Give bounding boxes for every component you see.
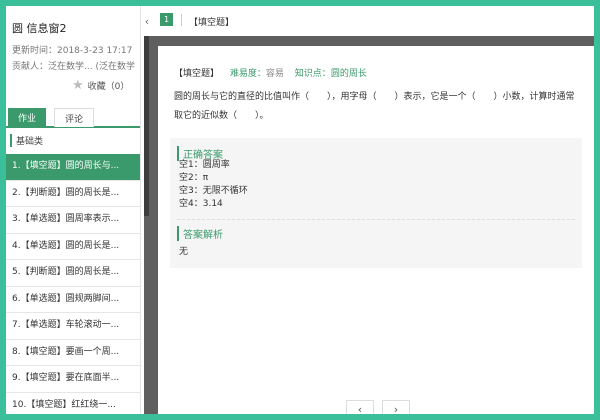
sidebar-tabs: 作业 评论 <box>6 108 140 128</box>
difficulty-value: 容易 <box>265 69 284 79</box>
analysis-text: 无 <box>179 247 189 257</box>
divider <box>177 219 575 220</box>
question-list-item[interactable]: 7.【单选题】车轮滚动一... <box>6 313 140 340</box>
question-meta: 【填空题】 难易度：容易 知识点：圆的周长 <box>174 66 375 79</box>
top-bar: 1 【填空题】 <box>154 6 594 37</box>
question-list-item[interactable]: 10.【填空题】红红绕一... <box>6 393 140 415</box>
answer-item: 空1：圆周率 <box>179 160 230 170</box>
document-title: 圆 信息窗2 <box>12 22 67 35</box>
next-button[interactable]: › <box>382 400 410 414</box>
answer-item: 空2：π <box>179 173 209 183</box>
question-type: 【填空题】 <box>174 69 220 79</box>
answer-item: 空4：3.14 <box>179 199 223 209</box>
difficulty-label: 难易度：容易 <box>230 69 284 79</box>
knowledge-value: 圆的周长 <box>330 69 367 79</box>
star-icon: ★ <box>72 78 84 93</box>
knowledge-label: 知识点：圆的周长 <box>295 69 367 79</box>
question-list-item[interactable]: 1.【填空题】圆的周长与... <box>6 154 140 181</box>
question-text: 圆的周长与它的直径的比值叫作（ ），用字母（ ）表示，它是一个（ ）小数，计算时… <box>174 92 575 121</box>
tab-comments[interactable]: 评论 <box>54 108 94 127</box>
divider <box>181 14 182 26</box>
favorite-button[interactable]: ★ 收藏（0） <box>72 78 129 93</box>
sidebar: 圆 信息窗2 更新时间：2018-3-23 17:17 贡献人：泛在数学... … <box>6 6 141 414</box>
tab-homework[interactable]: 作业 <box>8 108 46 126</box>
analysis-title: 答案解析 <box>177 226 223 241</box>
question-list-item[interactable]: 6.【单选题】圆规两脚间... <box>6 287 140 313</box>
knowledge-label-text: 知识点： <box>294 69 331 79</box>
app-window: 圆 信息窗2 更新时间：2018-3-23 17:17 贡献人：泛在数学... … <box>6 6 594 414</box>
answer-item: 空3：无限不循环 <box>179 186 248 196</box>
question-list-item[interactable]: 5.【判断题】圆的周长是... <box>6 260 140 287</box>
answer-list: 空1：圆周率 空2：π 空3：无限不循环 空4：3.14 <box>179 159 248 211</box>
content-area: 【填空题】 难易度：容易 知识点：圆的周长 圆的周长与它的直径的比值叫作（ ），… <box>149 36 594 414</box>
section-label: 基础类 <box>10 134 43 147</box>
question-list-item[interactable]: 8.【填空题】要画一个周... <box>6 340 140 366</box>
contributor: 贡献人：泛在数学... (泛在数学 <box>12 62 135 72</box>
question-list-item[interactable]: 4.【单选题】圆的周长是... <box>6 234 140 260</box>
favorite-label: 收藏（0） <box>87 82 130 92</box>
difficulty-label-text: 难易度： <box>229 69 266 79</box>
question-number-badge: 1 <box>160 13 173 26</box>
question-list: 1.【填空题】圆的周长与... 2.【判断题】圆的周长是... 3.【单选题】圆周率… <box>6 154 140 414</box>
collapse-sidebar-icon[interactable]: ‹ <box>140 6 154 36</box>
answer-box: 正确答案 空1：圆周率 空2：π 空3：无限不循环 空4：3.14 答案解析 无 <box>170 138 582 268</box>
prev-button[interactable]: ‹ <box>346 400 374 414</box>
chevron-left-icon: ‹ <box>357 402 363 415</box>
chevron-right-icon: › <box>393 402 399 415</box>
question-card: 【填空题】 难易度：容易 知识点：圆的周长 圆的周长与它的直径的比值叫作（ ），… <box>158 46 594 414</box>
question-list-item[interactable]: 9.【填空题】要在底面半... <box>6 366 140 393</box>
question-list-item[interactable]: 2.【判断题】圆的周长是... <box>6 181 140 207</box>
question-list-item[interactable]: 3.【单选题】圆周率表示... <box>6 207 140 234</box>
question-type-label: 【填空题】 <box>189 18 235 28</box>
update-time: 更新时间：2018-3-23 17:17 <box>12 46 133 56</box>
